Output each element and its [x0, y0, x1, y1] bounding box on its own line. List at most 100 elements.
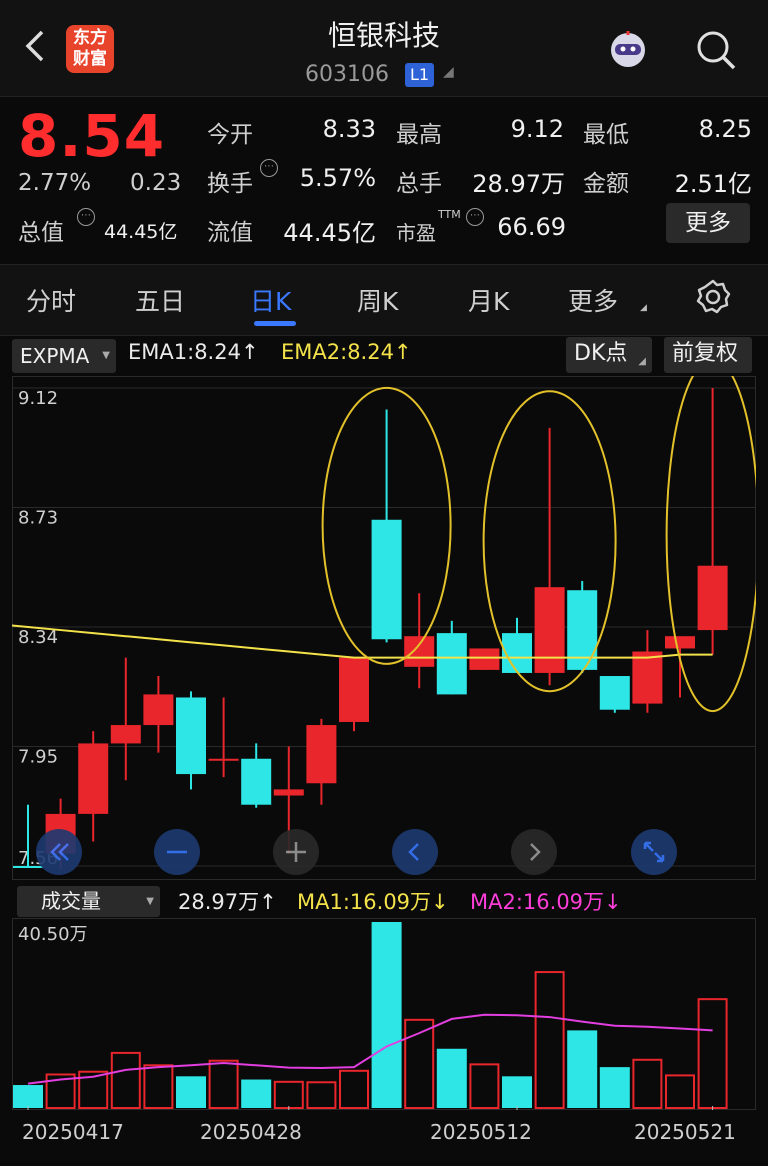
volume-bar [697, 998, 728, 1109]
candle-body [436, 633, 467, 695]
caret-down-icon: ▼ [102, 350, 110, 361]
robot-avatar-icon[interactable] [604, 28, 652, 72]
volume-max-label: 40.50万 [18, 924, 88, 945]
tab-more[interactable]: 更多 [568, 282, 618, 318]
active-tab-indicator [254, 321, 296, 326]
volume-ma1: MA1:16.09万↓ [297, 890, 449, 914]
dk-point-button[interactable]: DK点 ◢ [566, 337, 652, 373]
y-tick-label: 8.73 [18, 508, 58, 529]
candle-body [697, 565, 728, 631]
zoom-in-button[interactable] [273, 829, 319, 875]
pe-label: 市盈 [396, 221, 436, 245]
fullscreen-button[interactable] [631, 829, 677, 875]
total-value: 44.45亿 [104, 221, 178, 243]
indicator-select[interactable]: EXPMA ▼ [12, 339, 116, 373]
chevron-right-icon [530, 843, 541, 861]
caret-down-icon: ◢ [443, 64, 454, 80]
double-chevron-left-icon [50, 843, 69, 861]
ema1-value: EMA1:8.24↑ [128, 340, 259, 364]
volume-bar [306, 1081, 337, 1109]
candle-body [632, 651, 663, 704]
y-tick-label: 7.95 [18, 747, 58, 768]
date-label: 20250417 [22, 1120, 124, 1144]
volume-bar [665, 1074, 695, 1109]
candle-body [371, 519, 402, 640]
high-label: 最高 [396, 122, 442, 148]
volume-bar [110, 1051, 141, 1109]
last-price: 8.54 [18, 102, 166, 170]
volume-bar [339, 1069, 369, 1110]
scroll-left-button[interactable] [392, 829, 438, 875]
volume-value: 28.97万 [472, 170, 565, 198]
zoom-out-icon [167, 850, 187, 854]
amount-label: 金额 [583, 171, 629, 197]
volume-bar [273, 1080, 304, 1109]
info-icon[interactable]: ⋯ [77, 208, 95, 228]
candle-body [469, 648, 500, 670]
candle-body [208, 758, 239, 761]
open-value: 8.33 [322, 115, 376, 143]
volume-bar [241, 1079, 272, 1108]
info-icon[interactable]: ⋯ [466, 208, 484, 228]
stock-title: 恒银科技 [327, 19, 440, 52]
volume-bar [469, 1063, 500, 1110]
total-value-label: 总值 [18, 220, 64, 246]
zoom-out-button[interactable] [154, 829, 200, 875]
candle-body [599, 676, 630, 710]
volume-value: 28.97万↑ [178, 890, 277, 914]
candle-body [273, 789, 304, 796]
volume-bar [208, 1059, 239, 1109]
candlestick-chart[interactable]: 9.128.738.347.957.56 [12, 376, 756, 880]
zoom-in-icon [286, 842, 306, 862]
volume-bar [534, 971, 565, 1109]
low-label: 最低 [583, 122, 629, 148]
tab-week-k[interactable]: 周K [357, 282, 398, 318]
tab-month-k[interactable]: 月K [468, 282, 509, 318]
volume-bar [632, 1058, 663, 1109]
info-icon[interactable]: ⋯ [260, 159, 278, 179]
level-badge[interactable]: L1 [405, 63, 435, 87]
settings-button[interactable] [694, 278, 732, 316]
candle-body [665, 636, 695, 649]
tab-intraday[interactable]: 分时 [26, 282, 76, 318]
turnover-label: 换手 [207, 171, 253, 197]
more-button[interactable]: 更多 [666, 203, 750, 243]
change-amount: 0.23 [130, 170, 182, 196]
volume-bar [176, 1076, 206, 1108]
candle-body [404, 636, 435, 667]
candle-body [534, 587, 565, 673]
y-tick-label: 9.12 [18, 388, 58, 409]
tab-five-day[interactable]: 五日 [135, 282, 185, 318]
change-pct: 2.77% [18, 170, 92, 196]
volume-bar [436, 1048, 467, 1108]
caret-down-icon: ▼ [146, 896, 154, 907]
volume-bar [371, 922, 402, 1108]
gear-icon [696, 279, 731, 314]
date-label: 20250428 [200, 1120, 302, 1144]
ema2-value: EMA2:8.24↑ [281, 340, 412, 364]
volume-bar [567, 1030, 598, 1108]
high-value: 9.12 [510, 115, 564, 143]
chevron-left-icon [408, 843, 419, 861]
caret-down-icon: ◢ [638, 356, 646, 367]
volume-indicator-select[interactable]: 成交量 ▼ [17, 886, 160, 917]
scroll-first-button[interactable] [36, 829, 82, 875]
candle-body [241, 758, 272, 805]
pe-value: 66.69 [497, 213, 566, 241]
volume-chart[interactable]: 40.50万 [12, 918, 756, 1110]
candle-body [110, 725, 141, 744]
candle-body [176, 697, 206, 775]
turnover-value: 5.57% [299, 164, 376, 192]
volume-ma2: MA2:16.09万↓ [470, 890, 622, 914]
tab-day-k[interactable]: 日K [250, 282, 291, 318]
search-button[interactable] [694, 28, 738, 72]
candle-body [143, 694, 174, 726]
scroll-right-button[interactable] [511, 829, 557, 875]
stock-code: 603106 [305, 62, 389, 87]
caret-down-icon: ◢ [640, 303, 647, 313]
amount-value: 2.51亿 [674, 170, 752, 198]
open-label: 今开 [207, 122, 253, 148]
adjust-button[interactable]: 前复权 [664, 337, 752, 373]
volume-bar [13, 1085, 43, 1108]
highlight-ellipse [665, 376, 756, 713]
